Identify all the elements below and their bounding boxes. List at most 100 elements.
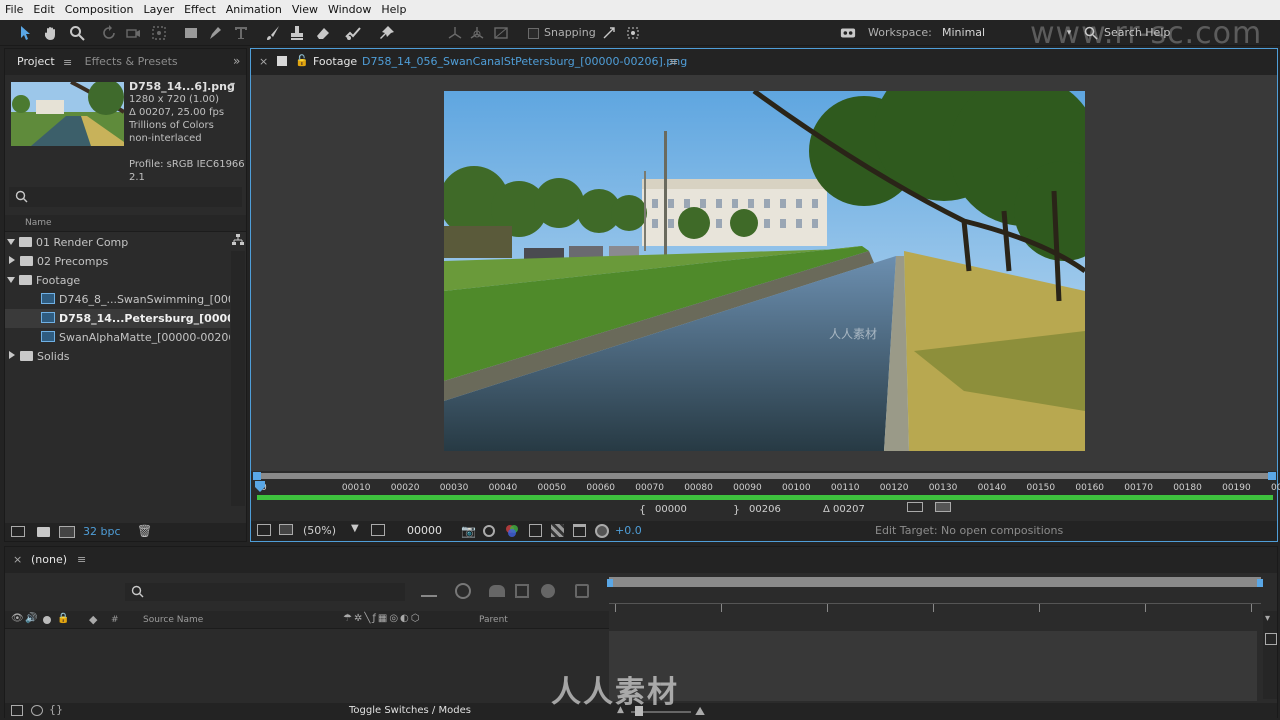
motion-blur-icon[interactable] bbox=[541, 584, 555, 598]
switches-icons[interactable]: ☂✲╲ƒ▦◎◐⬡ bbox=[343, 613, 422, 624]
comp-mini-flowchart-icon[interactable] bbox=[421, 585, 437, 597]
frame-blending-icon[interactable] bbox=[515, 584, 529, 598]
collapse-arrow-icon[interactable] bbox=[9, 351, 15, 359]
menu-composition[interactable]: Composition bbox=[60, 0, 139, 20]
footage-menu-icon[interactable]: ≡ bbox=[669, 55, 678, 68]
new-folder-icon[interactable] bbox=[37, 527, 50, 537]
menu-layer[interactable]: Layer bbox=[138, 0, 179, 20]
audio-icon[interactable]: 🔊 bbox=[25, 613, 37, 624]
menu-effect[interactable]: Effect bbox=[179, 0, 221, 20]
scroll-down-icon[interactable]: ▾ bbox=[1265, 613, 1270, 624]
comp-button-icon[interactable] bbox=[1265, 633, 1277, 645]
list-item[interactable]: 02 Precomps bbox=[5, 252, 230, 271]
local-axis-mode-icon[interactable] bbox=[446, 24, 464, 42]
overlay-edit-icon[interactable] bbox=[935, 502, 951, 512]
overflow-chevron-icon[interactable]: » bbox=[233, 54, 240, 68]
work-area-start-handle[interactable] bbox=[253, 472, 261, 480]
list-item[interactable]: Solids bbox=[5, 347, 230, 366]
workspace-options-icon[interactable] bbox=[838, 24, 858, 42]
menu-animation[interactable]: Animation bbox=[221, 0, 287, 20]
rectangle-tool-icon[interactable] bbox=[182, 24, 200, 42]
show-snapshot-icon[interactable] bbox=[483, 525, 495, 537]
toggle-mask-icon[interactable] bbox=[573, 524, 586, 537]
timeline-search-input[interactable] bbox=[125, 583, 405, 601]
footage-tab-name[interactable]: D758_14_056_SwanCanalStPetersburg_[00000… bbox=[362, 55, 687, 68]
label-tag-icon[interactable]: ◆ bbox=[89, 613, 97, 626]
close-tab-icon[interactable]: × bbox=[259, 55, 268, 68]
column-parent[interactable]: Parent bbox=[479, 615, 508, 625]
workspace-dropdown[interactable]: Minimal bbox=[942, 20, 985, 46]
menu-edit[interactable]: Edit bbox=[28, 0, 59, 20]
graph-editor-icon[interactable] bbox=[575, 584, 589, 598]
pan-behind-tool-icon[interactable] bbox=[150, 24, 168, 42]
reset-exposure-icon[interactable] bbox=[595, 524, 609, 538]
out-point-icon[interactable]: } bbox=[733, 503, 740, 516]
camera-tool-icon[interactable] bbox=[124, 24, 142, 42]
rotate-tool-icon[interactable] bbox=[100, 24, 118, 42]
world-axis-mode-icon[interactable] bbox=[468, 24, 486, 42]
flowchart-icon[interactable] bbox=[231, 233, 245, 247]
menu-view[interactable]: View bbox=[287, 0, 323, 20]
exposure-value[interactable]: +0.0 bbox=[615, 524, 642, 537]
bit-depth-button[interactable]: 32 bpc bbox=[83, 525, 121, 538]
snapping-checkbox[interactable] bbox=[528, 28, 539, 39]
puppet-pin-tool-icon[interactable] bbox=[378, 24, 396, 42]
project-menu-icon[interactable]: ≡ bbox=[63, 56, 72, 69]
menu-window[interactable]: Window bbox=[323, 0, 376, 20]
safe-margins-icon[interactable] bbox=[371, 524, 385, 536]
expand-arrow-icon[interactable] bbox=[7, 277, 15, 283]
project-scrollbar[interactable] bbox=[231, 251, 245, 506]
out-point-value[interactable]: 00206 bbox=[749, 504, 781, 515]
playhead-icon[interactable] bbox=[255, 481, 265, 495]
type-tool-icon[interactable] bbox=[232, 24, 250, 42]
layer-switches-icon[interactable] bbox=[11, 705, 23, 716]
shy-layers-icon[interactable] bbox=[489, 585, 505, 597]
region-of-interest-icon[interactable] bbox=[529, 524, 542, 537]
column-number[interactable]: # bbox=[111, 615, 119, 625]
pen-tool-icon[interactable] bbox=[206, 24, 224, 42]
tab-project[interactable]: Project bbox=[5, 49, 67, 75]
work-area-end-handle[interactable] bbox=[1268, 472, 1276, 480]
expand-arrow-icon[interactable] bbox=[7, 239, 15, 245]
footage-tab-prefix[interactable]: Footage bbox=[313, 55, 357, 68]
timeline-tab[interactable]: (none) bbox=[31, 553, 67, 566]
hand-tool-icon[interactable] bbox=[42, 24, 60, 42]
timeline-menu-icon[interactable]: ≡ bbox=[77, 553, 86, 566]
clone-stamp-tool-icon[interactable] bbox=[288, 24, 306, 42]
project-search-input[interactable] bbox=[9, 187, 242, 207]
roto-brush-tool-icon[interactable] bbox=[344, 24, 362, 42]
zoom-chevron-icon[interactable]: ▼ bbox=[351, 523, 359, 534]
interpret-footage-icon[interactable] bbox=[11, 526, 25, 537]
channels-icon[interactable] bbox=[505, 524, 519, 538]
viewer-area[interactable]: 人人素材 bbox=[251, 75, 1277, 471]
in-point-value[interactable]: 00000 bbox=[655, 504, 687, 515]
zoom-in-icon[interactable]: ⛰ bbox=[695, 704, 705, 719]
time-ruler[interactable]: 0000100002000030000400005000060000700008… bbox=[251, 471, 1280, 501]
menu-file[interactable]: File bbox=[0, 0, 28, 20]
list-item[interactable]: 01 Render Comp bbox=[5, 233, 230, 252]
transparency-grid-icon[interactable] bbox=[551, 524, 564, 537]
ripple-insert-icon[interactable] bbox=[907, 502, 923, 512]
timeline-work-area-bar[interactable] bbox=[609, 577, 1261, 587]
lock-column-icon[interactable]: 🔒 bbox=[57, 613, 69, 624]
work-area-bar[interactable] bbox=[257, 473, 1273, 479]
view-axis-mode-icon[interactable] bbox=[492, 24, 510, 42]
menu-help[interactable]: Help bbox=[376, 0, 411, 20]
list-item[interactable]: Footage bbox=[5, 271, 230, 290]
solo-icon[interactable] bbox=[43, 616, 51, 624]
selection-tool-icon[interactable] bbox=[16, 24, 34, 42]
tab-effects-presets[interactable]: Effects & Presets bbox=[73, 49, 190, 75]
transfer-controls-icon[interactable] bbox=[31, 705, 43, 716]
footage-image[interactable] bbox=[444, 91, 1085, 451]
monitor-icon[interactable] bbox=[279, 524, 293, 535]
list-item[interactable]: D746_8_...SwanSwimming_[00000 bbox=[5, 290, 230, 309]
in-point-icon[interactable]: { bbox=[639, 503, 646, 516]
list-item-selected[interactable]: D758_14...Petersburg_[00000 bbox=[5, 309, 230, 328]
timeline-layer-area[interactable] bbox=[609, 631, 1257, 701]
toggle-switches-modes-button[interactable]: Toggle Switches / Modes bbox=[349, 705, 471, 716]
video-eye-icon[interactable]: 👁 bbox=[11, 613, 24, 624]
zoom-level[interactable]: (50%) bbox=[303, 524, 336, 537]
file-menu-chevron-icon[interactable]: ▾ bbox=[230, 80, 235, 91]
in-out-panes-icon[interactable]: {} bbox=[49, 703, 63, 716]
lock-icon[interactable]: 🔓 bbox=[295, 54, 309, 67]
